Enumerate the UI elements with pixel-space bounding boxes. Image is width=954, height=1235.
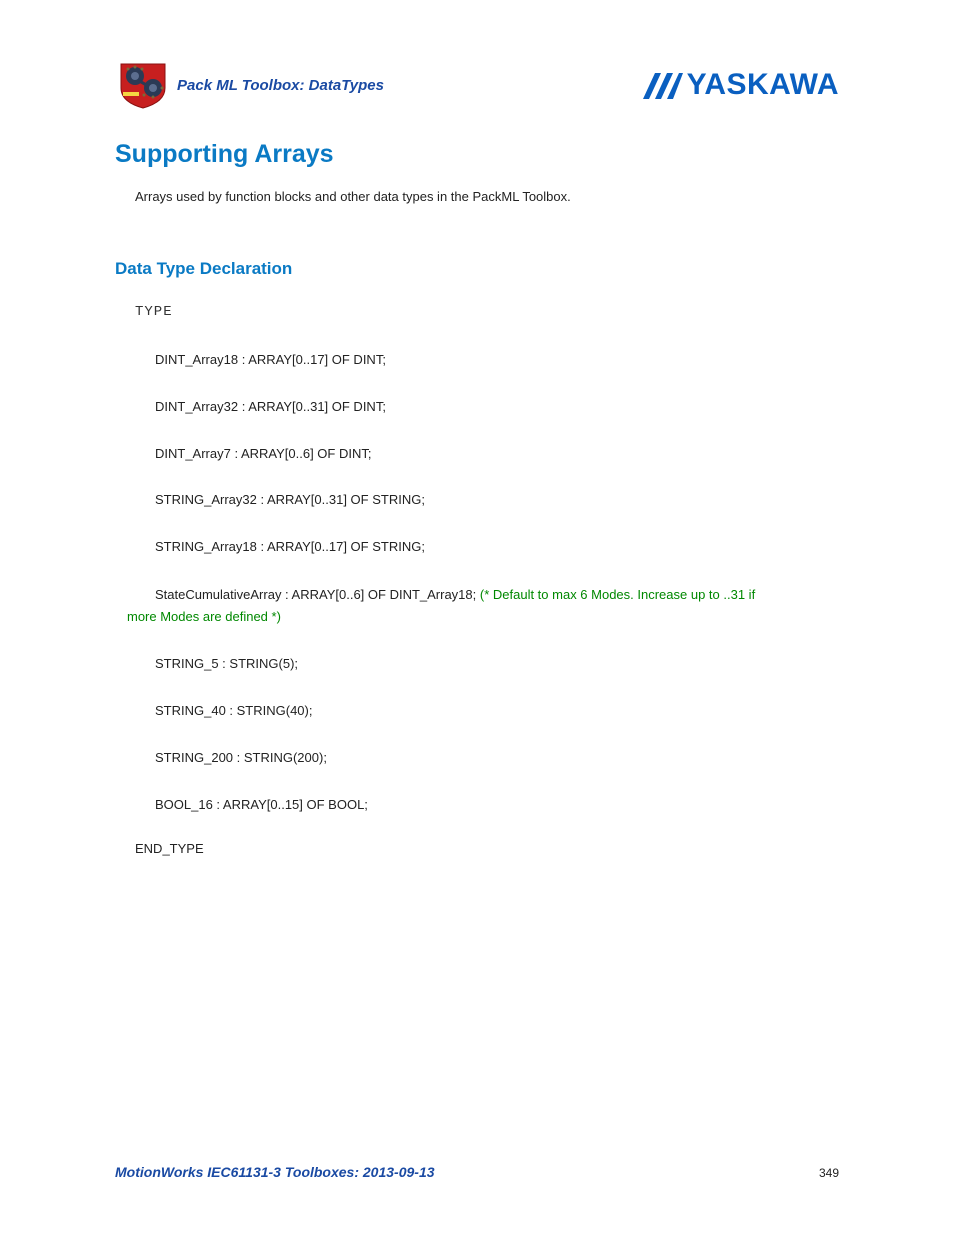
header-section-title: Pack ML Toolbox: DataTypes — [177, 77, 384, 94]
page-header: Pack ML Toolbox: DataTypes YASKAWA — [115, 60, 839, 110]
footer-title: MotionWorks IEC61131-3 Toolboxes: 2013-0… — [115, 1164, 435, 1180]
declaration-line: DINT_Array7 : ARRAY[0..6] OF DINT; — [155, 444, 839, 465]
page-footer: MotionWorks IEC61131-3 Toolboxes: 2013-0… — [115, 1164, 839, 1180]
intro-paragraph: Arrays used by function blocks and other… — [135, 189, 839, 204]
yaskawa-brand-text: YASKAWA — [687, 68, 839, 102]
declaration-line: STRING_Array32 : ARRAY[0..31] OF STRING; — [155, 490, 839, 511]
type-keyword: TYPE — [135, 304, 839, 320]
footer-page-number: 349 — [819, 1166, 839, 1180]
header-left: Pack ML Toolbox: DataTypes — [115, 60, 384, 110]
declaration-line: STRING_40 : STRING(40); — [155, 701, 839, 722]
page-title: Supporting Arrays — [115, 140, 839, 169]
declaration-line: STRING_5 : STRING(5); — [155, 654, 839, 675]
declaration-line: DINT_Array18 : ARRAY[0..17] OF DINT; — [155, 350, 839, 371]
end-type-keyword: END_TYPE — [135, 841, 839, 856]
declaration-line-with-comment: StateCumulativeArray : ARRAY[0..6] OF DI… — [155, 584, 829, 628]
yaskawa-logo: YASKAWA — [641, 67, 839, 103]
declaration-line: BOOL_16 : ARRAY[0..15] OF BOOL; — [155, 795, 839, 816]
shield-logo-icon — [115, 60, 171, 110]
code-comment: (* Default to max 6 Modes. Increase up t… — [480, 587, 755, 602]
declaration-line: STRING_Array18 : ARRAY[0..17] OF STRING; — [155, 537, 839, 558]
code-comment: more Modes are defined *) — [127, 606, 829, 628]
declaration-text: StateCumulativeArray : ARRAY[0..6] OF DI… — [155, 587, 480, 602]
section-heading: Data Type Declaration — [115, 259, 839, 279]
declaration-line: DINT_Array32 : ARRAY[0..31] OF DINT; — [155, 397, 839, 418]
declaration-line: STRING_200 : STRING(200); — [155, 748, 839, 769]
yaskawa-mark-icon — [641, 67, 683, 103]
document-page: Pack ML Toolbox: DataTypes YASKAWA Suppo… — [0, 0, 954, 1235]
